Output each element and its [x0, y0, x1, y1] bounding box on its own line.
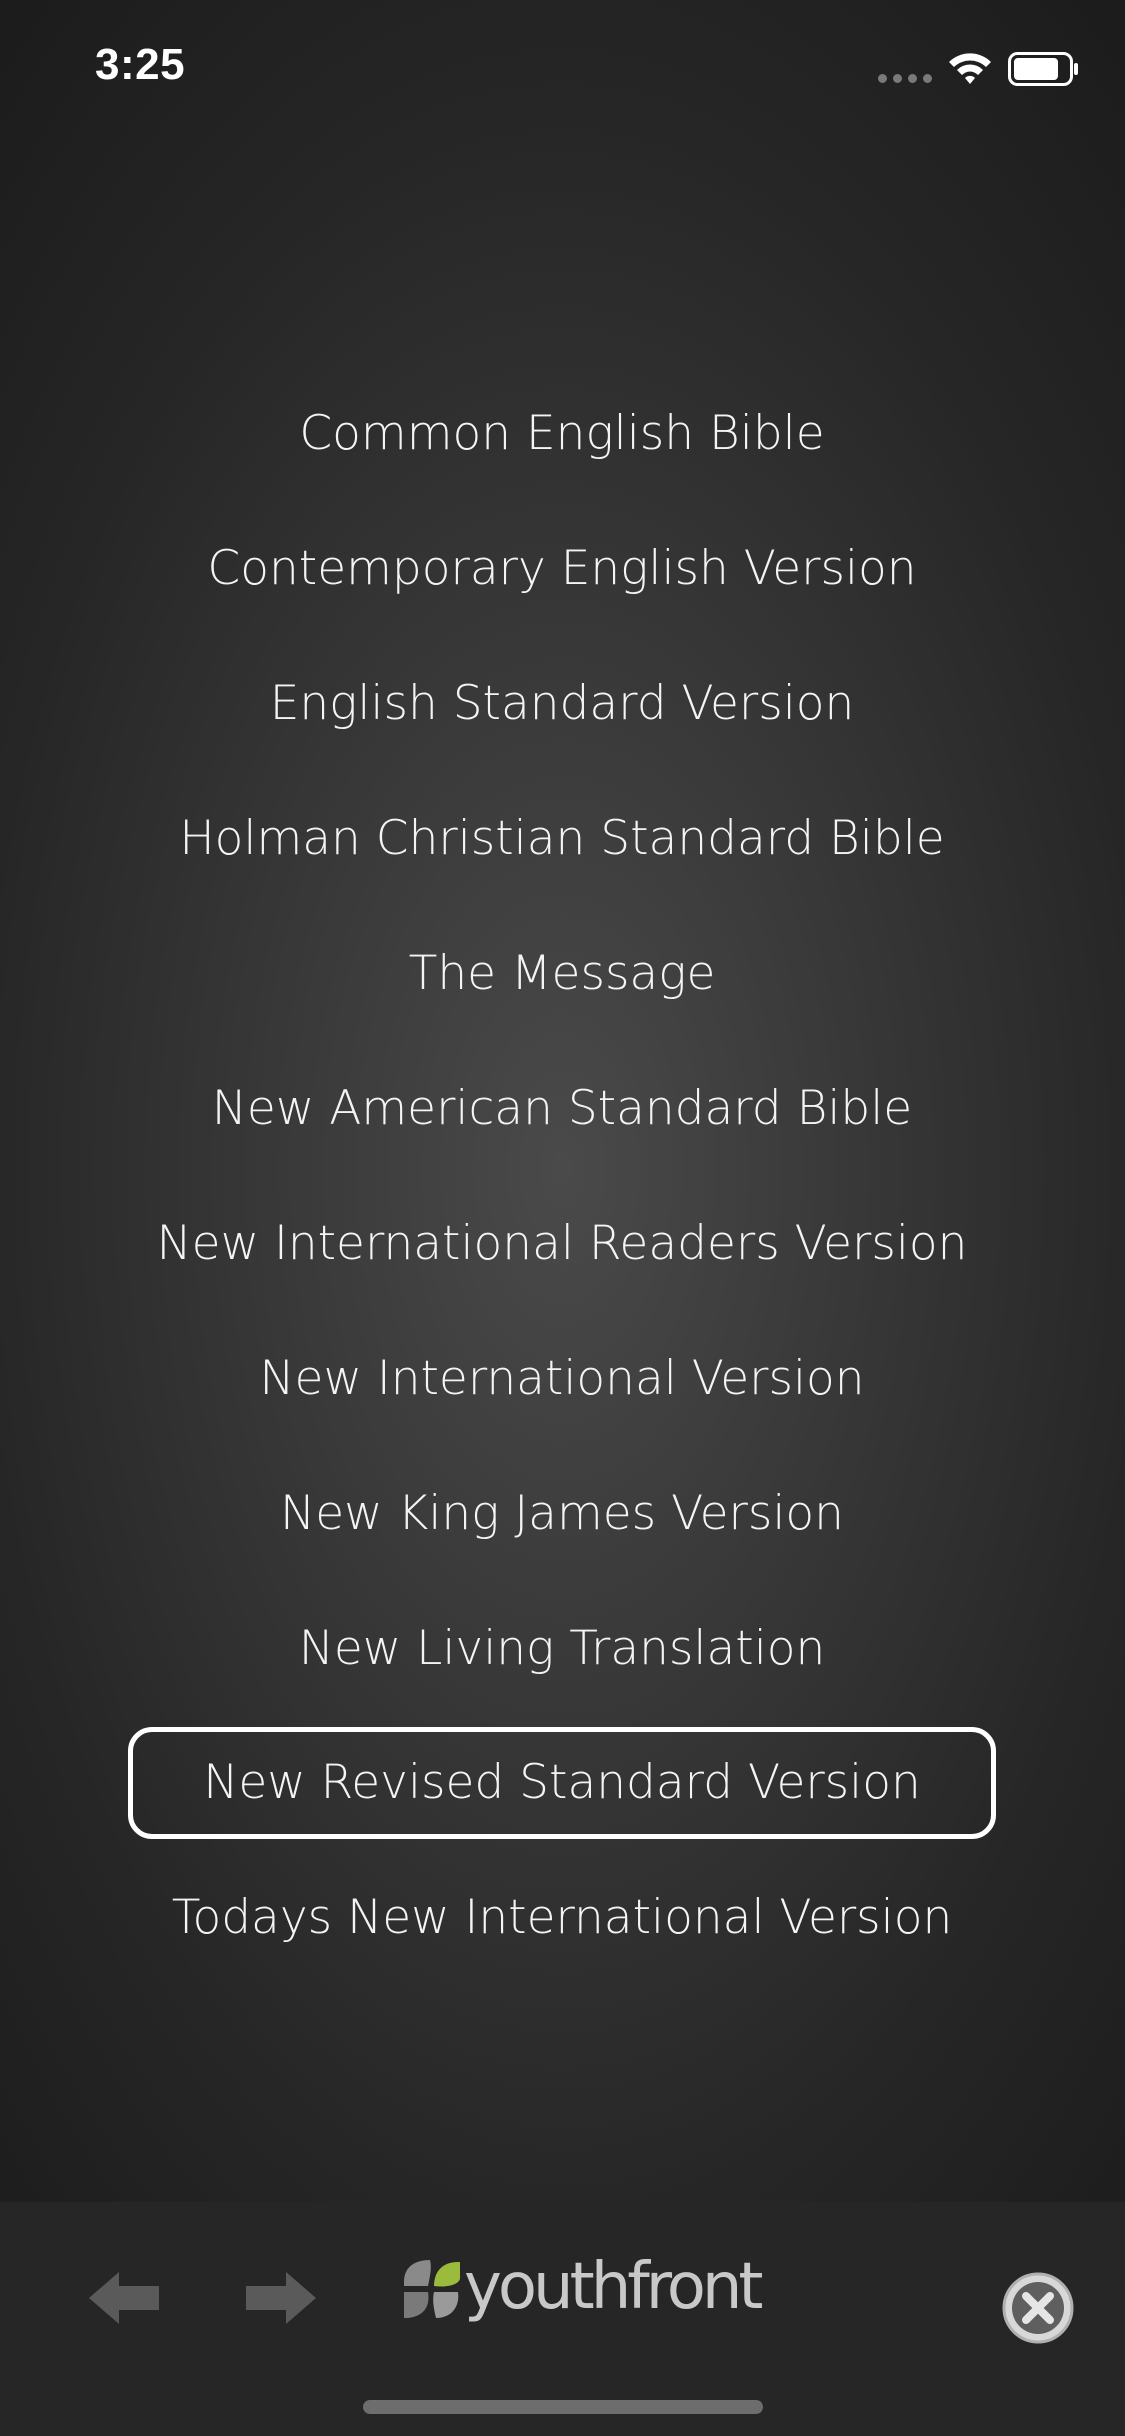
screen: 3:25 Common English Bible Contemporary E… [0, 0, 1125, 2436]
home-indicator [363, 2400, 763, 2414]
version-item-common-english-bible[interactable]: Common English Bible [128, 378, 996, 490]
youthfront-logo: youthfront [400, 2236, 763, 2336]
version-item-holman-christian-standard-bible[interactable]: Holman Christian Standard Bible [128, 783, 996, 895]
close-circle-icon[interactable] [998, 2268, 1078, 2348]
version-item-todays-new-international-version[interactable]: Todays New International Version [128, 1862, 996, 1974]
version-item-new-international-readers-version[interactable]: New International Readers Version [128, 1188, 996, 1300]
version-list: Common English Bible Contemporary Englis… [0, 0, 1125, 2200]
logo-text: youthfront [464, 2250, 763, 2324]
leaf-logo-icon [404, 2260, 460, 2318]
arrow-left-icon[interactable] [85, 2266, 165, 2330]
version-item-the-message[interactable]: The Message [128, 918, 996, 1030]
version-item-new-international-version[interactable]: New International Version [128, 1323, 996, 1435]
version-item-new-revised-standard-version[interactable]: New Revised Standard Version [128, 1727, 996, 1839]
arrow-right-icon[interactable] [240, 2266, 320, 2330]
version-item-english-standard-version[interactable]: English Standard Version [128, 648, 996, 760]
version-item-new-king-james-version[interactable]: New King James Version [128, 1458, 996, 1570]
version-item-contemporary-english-version[interactable]: Contemporary English Version [128, 513, 996, 625]
version-item-new-american-standard-bible[interactable]: New American Standard Bible [128, 1053, 996, 1165]
version-item-new-living-translation[interactable]: New Living Translation [128, 1593, 996, 1705]
